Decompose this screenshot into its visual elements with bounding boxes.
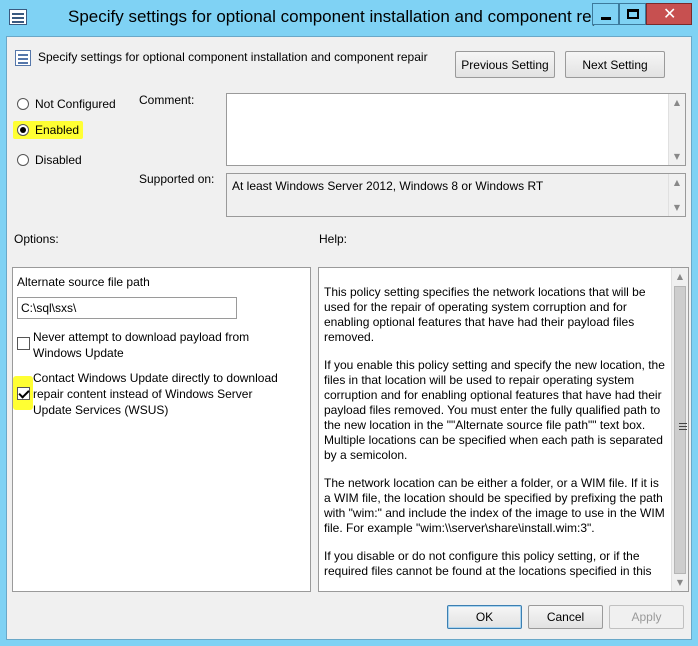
alternate-source-value: C:\sql\sxs\ [21,301,77,315]
contact-wu-label-line: repair content instead of Windows Server [33,387,253,401]
never-download-label-line: Windows Update [33,346,124,360]
radio-not-configured-circle[interactable] [17,98,29,110]
supported-on-field: At least Windows Server 2012, Windows 8 … [226,173,686,217]
radio-enabled-label: Enabled [35,123,80,137]
radio-enabled[interactable]: Enabled [13,121,84,139]
ok-button[interactable]: OK [447,605,522,629]
policy-setting-icon [9,9,27,25]
comment-textarea[interactable]: ▲ ▼ [226,93,686,166]
contact-wu-checkbox[interactable] [17,387,30,400]
never-download-label-line: Never attempt to download payload from [33,330,250,344]
minimize-button[interactable] [592,3,619,25]
scroll-up-icon[interactable]: ▲ [669,174,685,191]
title-bar[interactable]: Specify settings for optional component … [0,0,698,36]
comment-scrollbar[interactable]: ▲ ▼ [668,94,685,165]
supported-on-value: At least Windows Server 2012, Windows 8 … [232,179,544,193]
maximize-icon [627,9,639,19]
never-download-checkbox[interactable] [17,337,30,350]
help-panel: This policy setting specifies the networ… [318,267,689,592]
help-paragraph: The network location can be either a fol… [324,476,665,535]
radio-not-configured[interactable]: Not Configured [17,97,116,111]
setting-name: Specify settings for optional component … [38,50,428,64]
maximize-button[interactable] [619,3,646,25]
scroll-up-icon[interactable]: ▲ [672,268,688,285]
help-text: This policy setting specifies the networ… [324,285,668,591]
contact-wu-label-line: Update Services (WSUS) [33,403,169,417]
scroll-down-icon[interactable]: ▼ [669,199,685,216]
dialog-body: Specify settings for optional component … [6,36,692,640]
help-paragraph: This policy setting specifies the networ… [324,285,646,344]
minimize-icon [601,17,611,20]
close-button[interactable]: ✕ [646,3,692,25]
help-scroll-thumb[interactable] [674,286,687,574]
scroll-up-icon[interactable]: ▲ [669,94,685,111]
options-label: Options: [14,232,59,246]
grip-icon [679,423,687,430]
radio-enabled-circle[interactable] [17,124,29,136]
policy-icon [15,50,31,66]
help-paragraph: If you enable this policy setting and sp… [324,358,665,462]
radio-disabled-circle[interactable] [17,154,29,166]
radio-disabled-label: Disabled [35,153,82,167]
radio-disabled[interactable]: Disabled [17,153,82,167]
never-download-label[interactable]: Never attempt to download payload from W… [33,329,249,361]
window-title: Specify settings for optional component … [68,7,620,26]
options-panel: Alternate source file path C:\sql\sxs\ N… [12,267,311,592]
comment-label: Comment: [139,93,195,107]
help-label: Help: [319,232,348,246]
dialog-window: Specify settings for optional component … [0,0,698,646]
help-paragraph: If you disable or do not configure this … [324,549,652,578]
alternate-source-label: Alternate source file path [17,275,150,289]
close-icon: ✕ [663,4,677,23]
supported-on-label: Supported on: [139,172,215,186]
cancel-button[interactable]: Cancel [528,605,603,629]
supported-on-scrollbar[interactable]: ▲ ▼ [668,174,685,216]
help-scrollbar[interactable]: ▲ ▼ [671,268,688,591]
contact-wu-label-line: Contact Windows Update directly to downl… [33,371,278,385]
radio-not-configured-label: Not Configured [35,97,116,111]
scroll-down-icon[interactable]: ▼ [669,148,685,165]
apply-button[interactable]: Apply [609,605,684,629]
scroll-down-icon[interactable]: ▼ [672,574,688,591]
next-setting-button[interactable]: Next Setting [565,51,665,78]
previous-setting-button[interactable]: Previous Setting [455,51,555,78]
contact-wu-label[interactable]: Contact Windows Update directly to downl… [33,370,278,418]
alternate-source-input[interactable]: C:\sql\sxs\ [17,297,237,319]
